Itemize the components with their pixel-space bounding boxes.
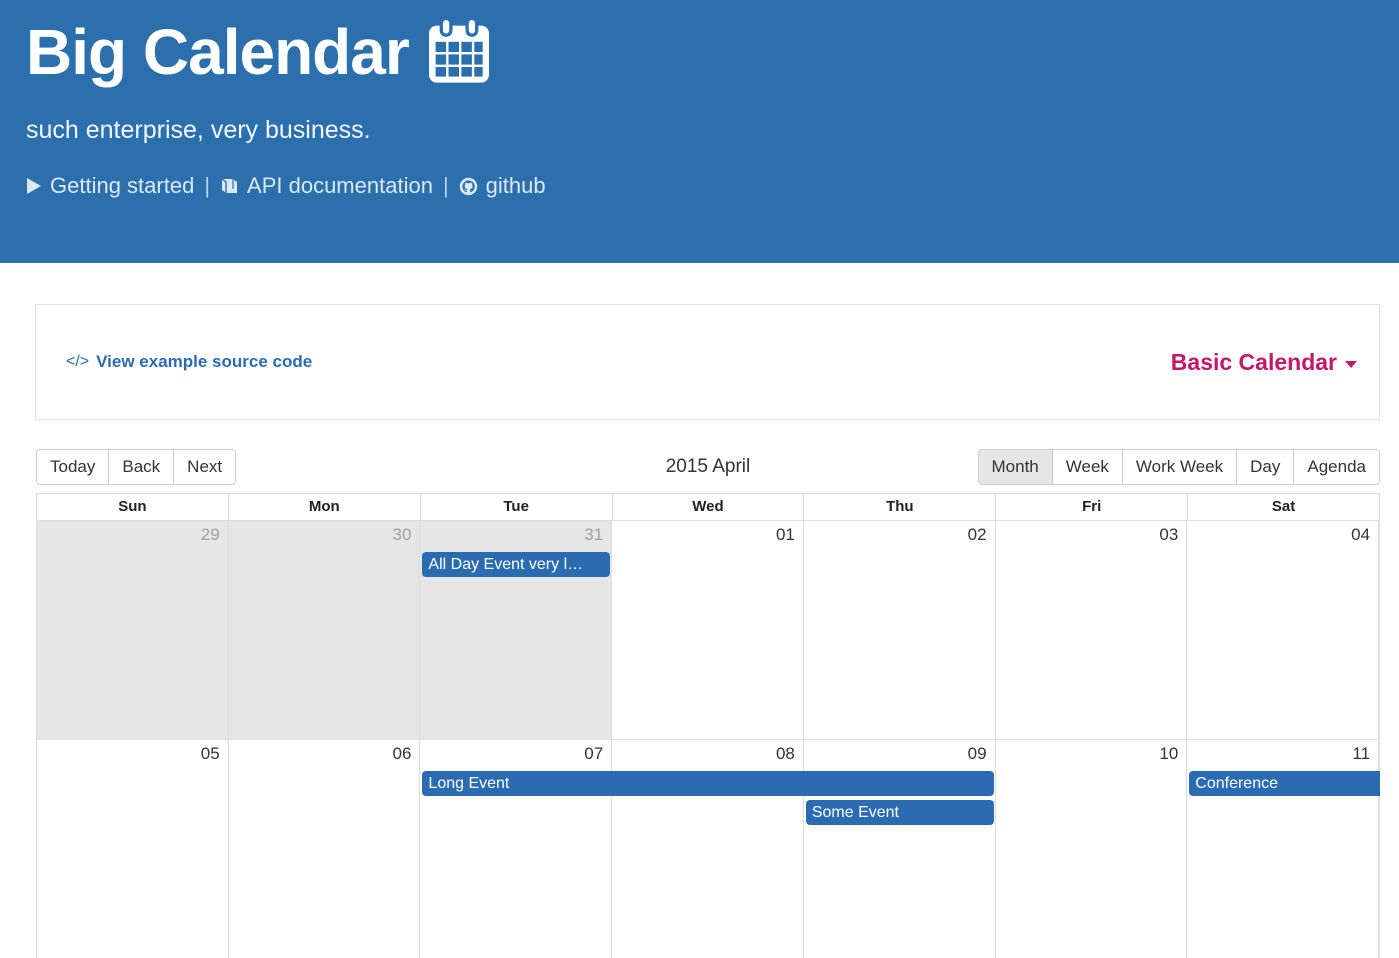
site-masthead: Big Calendar such enterprise, very busin… [0, 0, 1399, 263]
example-selector-dropdown[interactable]: Basic Calendar [1171, 349, 1357, 376]
day-header-thu: Thu [804, 494, 997, 520]
view-day-button[interactable]: Day [1237, 449, 1295, 485]
calendar-navigation-group: Today Back Next [36, 449, 237, 485]
github-icon [459, 177, 478, 196]
example-selector-label: Basic Calendar [1170, 348, 1337, 375]
link-getting-started-label: Getting started [50, 173, 195, 198]
caret-down-icon [1345, 360, 1357, 368]
link-api-documentation-label: API documentation [247, 173, 433, 198]
calendar-event[interactable]: Some Event [805, 800, 994, 825]
view-work-week-button[interactable]: Work Week [1122, 449, 1238, 485]
day-header-fri: Fri [996, 494, 1189, 520]
day-number: 29 [200, 525, 220, 544]
calendar-event[interactable]: Conference [1189, 771, 1380, 796]
hero-link-row: Getting started | API documentation | gi… [26, 173, 1399, 199]
calendar-day-cell[interactable]: 02 [803, 521, 996, 739]
day-header-sat: Sat [1188, 494, 1380, 520]
calendar-day-cell[interactable]: 29 [37, 521, 229, 739]
day-number: 02 [967, 525, 987, 544]
day-number: 08 [775, 744, 795, 763]
day-number: 04 [1351, 525, 1371, 544]
calendar-day-cell[interactable]: 04 [1187, 521, 1380, 739]
calendar-day-cell[interactable]: 06 [228, 740, 421, 958]
calendar-week-row: 29 30 31 01 02 03 04 All Day Event very l… [36, 520, 1380, 739]
view-source-code-link[interactable]: </> View example source code [66, 352, 312, 372]
day-number: 11 [1352, 744, 1371, 763]
view-agenda-button[interactable]: Agenda [1294, 449, 1380, 485]
day-header-tue: Tue [420, 494, 613, 520]
today-button[interactable]: Today [36, 449, 110, 485]
code-brackets-icon: </> [66, 353, 90, 370]
day-number: 06 [392, 744, 412, 763]
day-number: 31 [584, 525, 604, 544]
example-panel: </> View example source code Basic Calen… [35, 304, 1380, 420]
view-source-code-label: View example source code [96, 352, 313, 371]
back-button[interactable]: Back [109, 449, 175, 485]
calendar-week-row: 05 06 07 08 09 10 11 Long Event Conference Some E… [36, 739, 1380, 958]
calendar-day-cell[interactable]: 05 [37, 740, 229, 958]
page-title-text: Big Calendar [26, 15, 410, 88]
page-tagline: such enterprise, very business. [26, 116, 371, 144]
day-number: 05 [200, 744, 220, 763]
link-github-label: github [485, 173, 546, 198]
day-number: 10 [1159, 744, 1179, 763]
calendar-toolbar: Today Back Next 2015 April Month Week Wo… [36, 449, 1380, 485]
day-number: 01 [775, 525, 795, 544]
calendar-day-cell[interactable]: 01 [612, 521, 804, 739]
calendar-weeks: 29 30 31 01 02 03 04 All Day Event very l… 05 06 0… [36, 520, 1380, 958]
link-getting-started[interactable]: Getting started [26, 173, 194, 199]
calendar-icon [423, 16, 495, 88]
link-github[interactable]: github [459, 173, 546, 199]
link-separator-2: | [442, 173, 449, 198]
view-week-button[interactable]: Week [1052, 449, 1123, 485]
day-header-mon: Mon [228, 494, 421, 520]
calendar-day-header-row: Sun Mon Tue Wed Thu Fri Sat [36, 493, 1380, 520]
calendar-event[interactable]: Long Event [422, 771, 994, 796]
calendar-day-cell[interactable]: 10 [995, 740, 1188, 958]
day-number: 09 [967, 744, 987, 763]
view-month-button[interactable]: Month [977, 449, 1053, 485]
big-calendar: Today Back Next 2015 April Month Week Wo… [36, 449, 1380, 958]
calendar-day-cell[interactable]: 03 [995, 521, 1188, 739]
page-title: Big Calendar [26, 16, 1399, 88]
day-number: 30 [392, 525, 412, 544]
day-header-wed: Wed [612, 494, 805, 520]
play-triangle-icon [26, 177, 42, 195]
book-icon [220, 177, 239, 195]
day-number: 03 [1159, 525, 1179, 544]
link-api-documentation[interactable]: API documentation [220, 173, 433, 199]
calendar-event[interactable]: All Day Event very l… [422, 552, 611, 577]
day-header-sun: Sun [37, 494, 229, 520]
calendar-day-cell[interactable]: 30 [228, 521, 421, 739]
day-number: 07 [584, 744, 604, 763]
next-button[interactable]: Next [174, 449, 237, 485]
link-separator-1: | [204, 173, 211, 198]
calendar-view-group: Month Week Work Week Day Agenda [977, 449, 1380, 485]
